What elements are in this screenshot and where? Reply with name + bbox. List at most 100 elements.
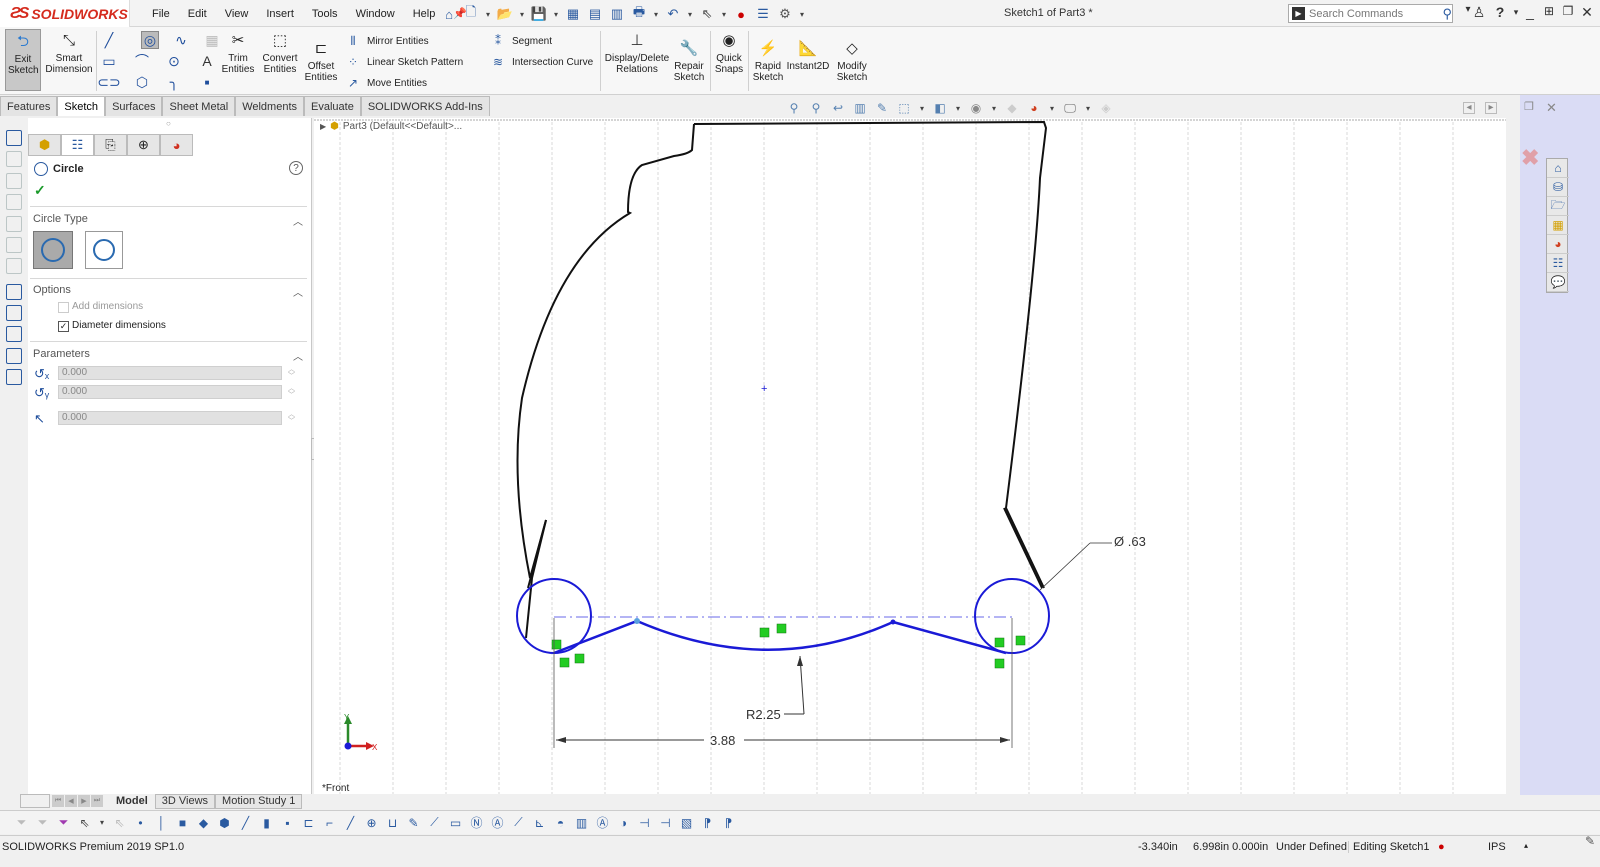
feature-tree-flyout[interactable]: ▶ ⬢ Part3 (Default<<Default>...	[320, 121, 462, 132]
prev-tab-icon[interactable]: ◀	[65, 795, 77, 807]
instant2d-button[interactable]: 📐 Instant2D	[786, 37, 830, 73]
view-cube-icon[interactable]	[6, 130, 22, 146]
filter-cosmetic-welds-icon[interactable]: ◑	[616, 815, 631, 830]
configuration-manager-tab[interactable]: ⎘	[94, 134, 127, 156]
screen-capture-icon[interactable]	[6, 326, 22, 342]
filter-connection-points-icon[interactable]: ⊣	[658, 815, 673, 830]
center-y-spinner[interactable]: ︿ ﹀	[288, 385, 295, 399]
filter-balloons-icon[interactable]: Ⓝ	[469, 815, 484, 830]
equal-relation-icon[interactable]	[1015, 635, 1026, 646]
smart-dimension-button[interactable]: ⤡ Smart Dimension	[45, 29, 93, 76]
customize-status-icon[interactable]: ✎	[1585, 834, 1595, 848]
undo-icon[interactable]: ↶	[664, 5, 682, 23]
tangent-relation-icon[interactable]	[574, 653, 585, 664]
previous-view-icon[interactable]: ↩	[830, 100, 846, 116]
tab-features[interactable]: Features	[0, 96, 58, 116]
arc-icon[interactable]: ⌒	[133, 52, 151, 70]
minimize-button[interactable]: _	[1520, 4, 1540, 20]
filter-weld-symbols-icon[interactable]: ⟋	[511, 815, 526, 830]
view-cube-icon[interactable]	[6, 151, 22, 167]
dropdown-icon[interactable]: ▾	[98, 815, 106, 830]
options-dropdown-icon[interactable]: ▾	[798, 10, 806, 19]
display-delete-relations-button[interactable]: ⊥ Display/Delete Relations	[605, 29, 669, 76]
filter-dimensions-icon[interactable]: ⊔	[385, 815, 400, 830]
menu-insert[interactable]: Insert	[257, 8, 303, 20]
help-icon[interactable]: ?	[289, 161, 303, 175]
collapse-left-icon[interactable]: ◂	[1463, 102, 1475, 114]
ok-checkmark-button[interactable]: ✓	[34, 182, 46, 199]
menu-help[interactable]: Help	[404, 8, 445, 20]
file-explorer-icon[interactable]: 🗁	[1547, 197, 1569, 216]
restore-button[interactable]: ❐	[1558, 4, 1578, 18]
next-tab-icon[interactable]: ▶	[78, 795, 90, 807]
filter-datum-targets-icon[interactable]: ⊾	[532, 815, 547, 830]
close-pane-icon[interactable]: ✕	[1546, 100, 1557, 116]
save-icon[interactable]: 💾	[530, 5, 548, 23]
filter-surface-bodies-icon[interactable]: ◆	[196, 815, 211, 830]
menu-view[interactable]: View	[216, 8, 258, 20]
text-icon[interactable]: A	[198, 52, 216, 70]
zoom-to-fit-icon[interactable]: ⚲	[786, 100, 802, 116]
tangent-relation-icon[interactable]	[994, 637, 1005, 648]
panel-grip-icon[interactable]: ○	[166, 119, 171, 128]
search-icon[interactable]: ⚲	[1442, 6, 1452, 22]
spline-icon[interactable]: ∿	[172, 31, 190, 49]
tangent-relation-icon[interactable]	[551, 639, 562, 650]
forum-icon[interactable]: 💬	[1547, 273, 1569, 292]
filter-surface-finish-icon[interactable]: ✎	[406, 815, 421, 830]
dynamic-annotation-icon[interactable]: ✎	[874, 100, 890, 116]
feature-manager-tab[interactable]: ⬢	[28, 134, 61, 156]
filter-tables-icon[interactable]: ⁋	[721, 815, 736, 830]
menu-tools[interactable]: Tools	[303, 8, 347, 20]
view-cube-icon[interactable]	[6, 216, 22, 232]
repair-sketch-button[interactable]: 🔧 Repair Sketch	[672, 37, 706, 84]
print-dropdown-icon[interactable]: ▾	[652, 10, 660, 19]
tab-sketch[interactable]: Sketch	[57, 96, 106, 116]
search-commands-input[interactable]: ▶ Search Commands ⚲	[1288, 4, 1453, 23]
sketch-canvas[interactable]: 3.88 R2.25 Ø .63 + Y X *Front	[314, 118, 1506, 794]
save-stack-icon[interactable]: ▦	[564, 5, 582, 23]
save-percent-icon[interactable]: ▤	[586, 5, 604, 23]
home-icon[interactable]: ⌂	[440, 5, 458, 23]
filter-faces-icon[interactable]: ■	[175, 815, 190, 830]
tab-3d-views[interactable]: 3D Views	[154, 793, 216, 809]
collapse-caret-icon[interactable]: ︿	[293, 348, 303, 363]
filter-solid-bodies-icon[interactable]: ⬢	[217, 815, 232, 830]
print-icon[interactable]: 🖶	[630, 4, 648, 23]
filter-all-icon[interactable]: ⏷	[56, 815, 71, 830]
horizontal-relation-icon[interactable]	[759, 627, 770, 638]
diameter-dimension-text[interactable]: Ø .63	[1114, 534, 1146, 549]
polygon-icon[interactable]: ⬡	[133, 73, 151, 91]
menu-file[interactable]: File	[143, 8, 179, 20]
filter-midpoints-icon[interactable]: ⌐	[322, 815, 337, 830]
filter-center-marks-icon[interactable]: ╱	[343, 815, 358, 830]
dropdown-icon[interactable]: ▾	[1048, 104, 1056, 113]
sketch-entity-icon[interactable]	[6, 284, 22, 300]
center-circle-button[interactable]	[33, 231, 73, 269]
part-name[interactable]: Part3 (Default<<Default>...	[343, 121, 462, 132]
dimxpert-manager-tab[interactable]: ⊕	[127, 134, 160, 156]
equal-relation-icon[interactable]	[559, 657, 570, 668]
filter-geometric-tolerance-icon[interactable]: ⟋	[427, 815, 442, 830]
select-dropdown-icon[interactable]: ▾	[720, 10, 728, 19]
view-palette-icon[interactable]: ▦	[1547, 216, 1569, 235]
user-icon[interactable]: ♙	[1469, 4, 1489, 21]
sketch-point[interactable]	[634, 618, 640, 624]
view-cube-icon[interactable]	[6, 258, 22, 274]
select-cursor-icon[interactable]: ⇖	[77, 815, 92, 830]
offset-entities-button[interactable]: ⊏ Offset Entities	[303, 37, 339, 84]
new-document-icon[interactable]: 🗋	[462, 4, 480, 23]
tangent-relation-icon[interactable]	[994, 658, 1005, 669]
copy-icon[interactable]	[6, 348, 22, 364]
center-x-spinner[interactable]: ︿ ﹀	[288, 366, 295, 380]
realview-icon[interactable]: ◈	[1098, 100, 1114, 116]
modify-sketch-button[interactable]: ◇ Modify Sketch	[834, 37, 870, 84]
center-y-field[interactable]: 0.000	[58, 385, 282, 399]
tab-weldments[interactable]: Weldments	[235, 96, 305, 116]
exit-sketch-button[interactable]: ⮌ Exit Sketch	[5, 29, 41, 91]
tab-motion-study-1[interactable]: Motion Study 1	[215, 793, 303, 809]
ellipse-icon[interactable]: ⊙	[165, 52, 183, 70]
last-tab-icon[interactable]: ⏭	[91, 795, 103, 807]
filter-blocks-icon[interactable]: Ⓐ	[595, 815, 610, 830]
line-icon[interactable]: ╱	[100, 31, 118, 49]
